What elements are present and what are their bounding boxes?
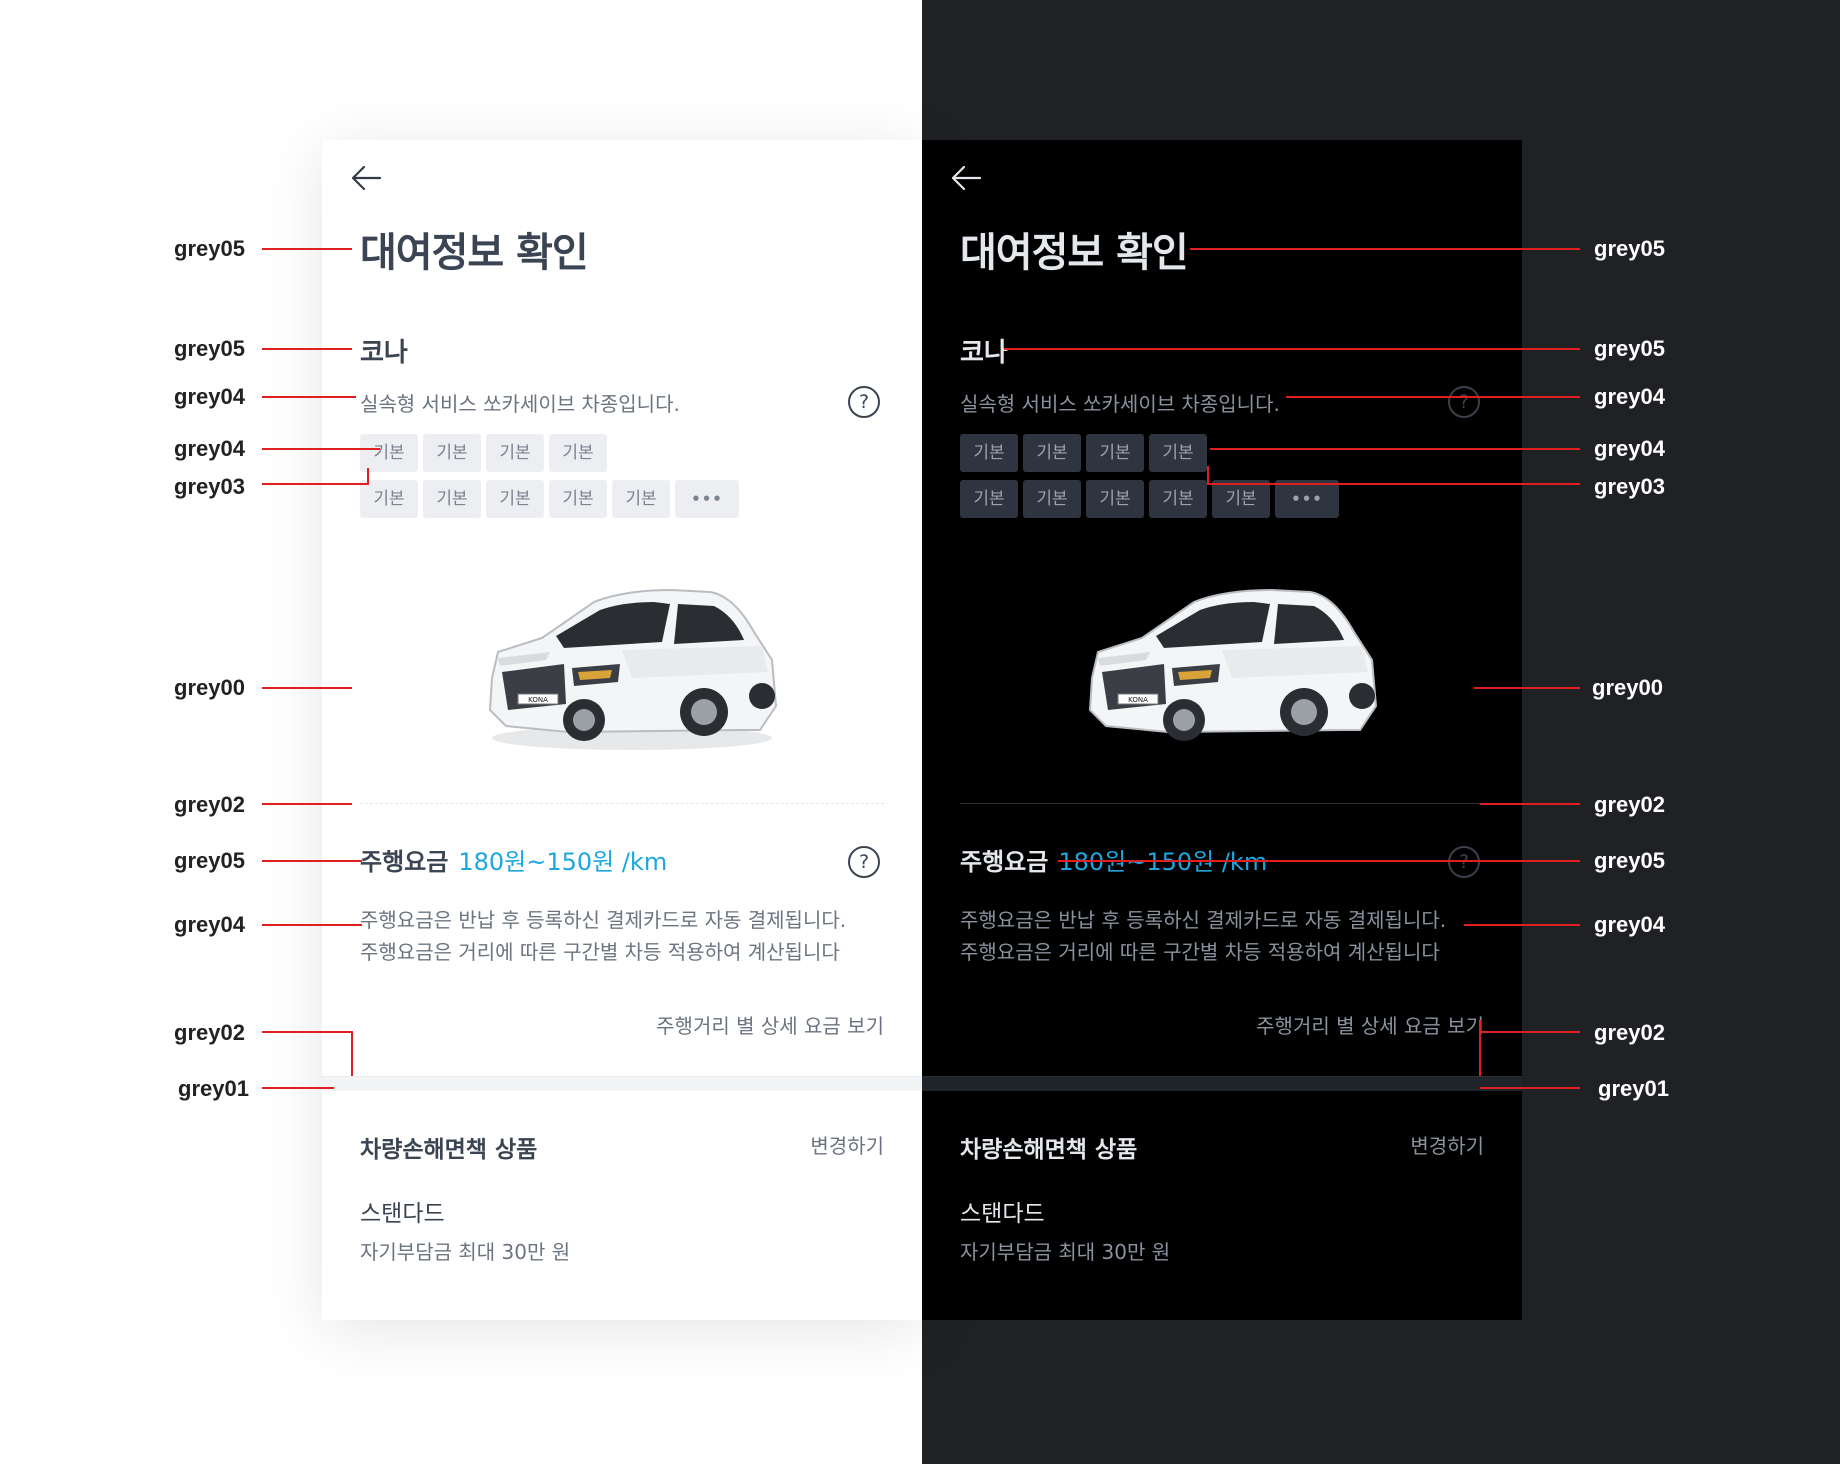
insurance-detail: 자기부담금 최대 30만 원 [960,1240,1171,1264]
option-tag: 기본 [423,480,481,518]
option-tag: 기본 [360,480,418,518]
fee-detail-link[interactable]: 주행거리 별 상세 요금 보기 [656,1010,884,1039]
insurance-title: 차량손해면책 상품 [960,1137,1138,1163]
annotation-label: grey05 [1594,848,1665,873]
more-dots-icon[interactable]: ••• [675,480,739,518]
license-plate: KONA [1128,696,1148,704]
fee-value: 180원~150원 /km [458,848,668,876]
option-tag: 기본 [1023,480,1081,518]
option-tag: 기본 [960,434,1018,472]
page-title: 대여정보 확인 [360,230,589,276]
annotation-label: grey04 [174,384,245,409]
more-dots-icon[interactable]: ••• [1275,480,1339,518]
car-name: 코나 [960,338,1008,368]
insurance-detail: 자기부담금 최대 30만 원 [360,1240,571,1264]
fee-detail-link[interactable]: 주행거리 별 상세 요금 보기 [1256,1010,1484,1039]
option-tag: 기본 [1086,480,1144,518]
license-plate: KONA [528,696,548,704]
fee-label: 주행요금 [960,848,1049,876]
tag-row-1: 기본 기본 기본 기본 [960,434,1380,472]
annotation-label: grey05 [174,848,245,873]
section-thick-divider [322,1076,922,1091]
tag-row-2: 기본 기본 기본 기본 기본 ••• [960,480,1380,518]
option-tag: 기본 [1086,434,1144,472]
option-tag: 기본 [960,480,1018,518]
option-tag: 기본 [612,480,670,518]
annotation-label: grey05 [1594,236,1665,261]
fee-help-icon[interactable]: ? [848,846,880,878]
option-tag: 기본 [360,434,418,472]
back-arrow-icon[interactable] [348,162,384,194]
fee-description: 주행요금은 반납 후 등록하신 결제카드로 자동 결제됩니다. 주행요금은 거리… [960,904,1446,968]
annotation-label: grey05 [174,336,245,361]
option-tag: 기본 [423,434,481,472]
car-image: KONA [488,588,778,750]
annotation-label: grey04 [1594,912,1665,937]
fee-label: 주행요금 [360,848,449,876]
light-theme-screen: 대여정보 확인 코나 실속형 서비스 쏘카세이브 차종입니다. ? 기본 기본 기본… [322,140,922,1320]
fee-help-icon[interactable]: ? [1448,846,1480,878]
insurance-plan: 스탠다드 [960,1201,1045,1227]
annotation-label: grey02 [1594,792,1665,817]
annotation-label: grey00 [1592,675,1663,700]
option-tag: 기본 [1149,480,1207,518]
annotation-label: grey02 [1594,1020,1665,1045]
option-tag: 기본 [486,480,544,518]
fee-row: 주행요금 180원~150원 /km [960,842,1267,877]
fee-description: 주행요금은 반납 후 등록하신 결제카드로 자동 결제됩니다. 주행요금은 거리… [360,904,846,968]
fee-description-line: 주행요금은 반납 후 등록하신 결제카드로 자동 결제됩니다. [360,908,847,932]
car-description: 실속형 서비스 쏘카세이브 차종입니다. [960,392,1280,416]
annotation-label: grey04 [1594,436,1665,461]
annotation-label: grey04 [174,436,245,461]
annotation-label: grey05 [1594,336,1665,361]
car-help-icon[interactable]: ? [1448,386,1480,418]
option-tag: 기본 [1023,434,1081,472]
option-tag: 기본 [486,434,544,472]
insurance-change-button[interactable]: 변경하기 [1410,1130,1484,1159]
option-tag: 기본 [549,434,607,472]
insurance-title: 차량손해면책 상품 [360,1137,538,1163]
insurance-change-button[interactable]: 변경하기 [810,1130,884,1159]
car-help-icon[interactable]: ? [848,386,880,418]
annotation-label: grey00 [174,675,245,700]
section-divider [960,803,1484,804]
annotation-label: grey05 [174,236,245,261]
section-thick-divider [922,1076,1522,1091]
annotation-label: grey03 [1594,474,1665,499]
annotation-label: grey02 [174,1020,245,1045]
option-tag: 기본 [549,480,607,518]
page-title: 대여정보 확인 [960,230,1189,276]
annotation-label: grey02 [174,792,245,817]
fee-description-line: 주행요금은 반납 후 등록하신 결제카드로 자동 결제됩니다. [960,908,1447,932]
dark-theme-screen: 대여정보 확인 코나 실속형 서비스 쏘카세이브 차종입니다. ? 기본 기본 기본… [922,140,1522,1320]
annotation-label: grey03 [174,474,245,499]
back-arrow-icon[interactable] [948,162,984,194]
section-divider [360,803,884,804]
fee-description-line: 주행요금은 거리에 따른 구간별 차등 적용하여 계산됩니다 [360,940,840,964]
annotation-label: grey01 [1598,1076,1669,1101]
car-image: KONA [1088,588,1378,741]
tag-row-1: 기본 기본 기본 기본 [360,434,780,472]
fee-value: 180원~150원 /km [1058,848,1268,876]
annotation-label: grey04 [174,912,245,937]
option-tag: 기본 [1149,434,1207,472]
fee-description-line: 주행요금은 거리에 따른 구간별 차등 적용하여 계산됩니다 [960,940,1440,964]
fee-row: 주행요금 180원~150원 /km [360,842,667,877]
annotation-label: grey04 [1594,384,1665,409]
car-description: 실속형 서비스 쏘카세이브 차종입니다. [360,392,680,416]
option-tag: 기본 [1212,480,1270,518]
car-name: 코나 [360,338,408,368]
annotation-label: grey01 [178,1076,249,1101]
tag-row-2: 기본 기본 기본 기본 기본 ••• [360,480,780,518]
insurance-plan: 스탠다드 [360,1201,445,1227]
